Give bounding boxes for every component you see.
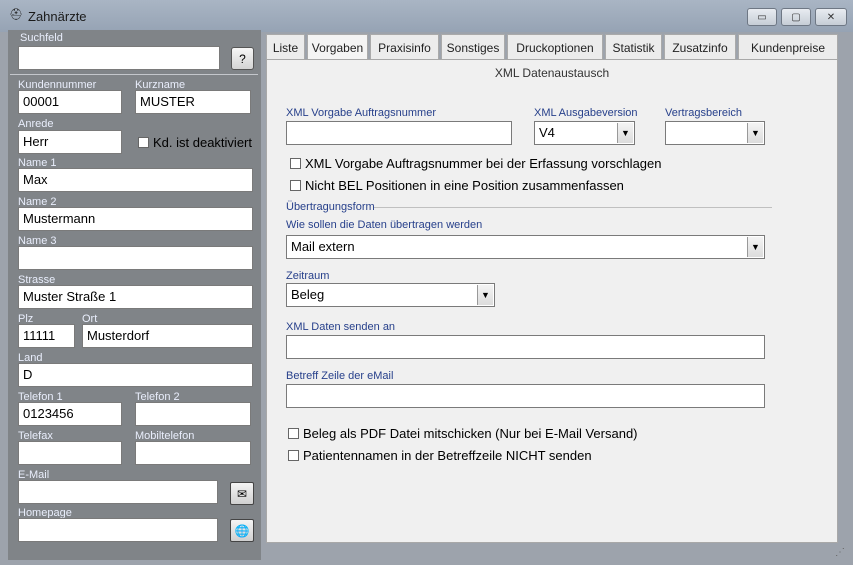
- plz-field[interactable]: 11111: [18, 324, 75, 348]
- email-field[interactable]: [18, 480, 218, 504]
- uebertragen-select[interactable]: Mail extern ▼: [286, 235, 765, 259]
- kurzname-field[interactable]: MUSTER: [135, 90, 251, 114]
- anrede-field[interactable]: Herr: [18, 130, 122, 154]
- vertragsbereich-select[interactable]: ▼: [665, 121, 765, 145]
- uebertragen-value: Mail extern: [291, 239, 355, 254]
- vorschlagen-checkbox[interactable]: [290, 158, 301, 169]
- window-title: Zahnärzte: [28, 9, 87, 24]
- vertragsbereich-label: Vertragsbereich: [665, 107, 743, 119]
- minimize-icon: ▭: [757, 11, 767, 23]
- tab-label: Praxisinfo: [378, 40, 431, 55]
- chevron-down-icon[interactable]: ▼: [617, 123, 633, 143]
- zeitraum-value: Beleg: [291, 287, 325, 302]
- zeitraum-select[interactable]: Beleg ▼: [286, 283, 495, 307]
- help-button-label: ?: [239, 51, 246, 66]
- patient-checkbox[interactable]: [288, 450, 299, 461]
- zeitraum-label: Zeitraum: [286, 270, 330, 282]
- tab-label: Statistik: [612, 40, 655, 55]
- chevron-down-icon[interactable]: ▼: [747, 237, 763, 257]
- pdf-checkbox[interactable]: [288, 428, 299, 439]
- chevron-down-icon[interactable]: ▼: [477, 285, 493, 305]
- envelope-icon: ✉: [236, 486, 248, 501]
- betreff-field[interactable]: [286, 384, 765, 408]
- pdf-label: Beleg als PDF Datei mitschicken (Nur bei…: [303, 426, 638, 441]
- tab-label: Liste: [272, 40, 299, 55]
- suchfeld-label: Suchfeld: [20, 32, 63, 44]
- help-button[interactable]: ?: [231, 47, 254, 70]
- deaktiviert-checkbox[interactable]: [138, 137, 149, 148]
- telefax-field[interactable]: [18, 441, 122, 465]
- chevron-down-icon[interactable]: ▼: [747, 123, 763, 143]
- tab-sonstiges[interactable]: Sonstiges: [441, 34, 505, 60]
- close-icon: ✕: [826, 11, 836, 23]
- auftragsnummer-field[interactable]: [286, 121, 512, 145]
- ausgabeversion-label: XML Ausgabeversion: [534, 107, 638, 119]
- tab-zusatzinfo[interactable]: Zusatzinfo: [664, 34, 736, 60]
- minimize-button[interactable]: ▭: [747, 8, 777, 26]
- ausgabeversion-value: V4: [539, 125, 555, 140]
- title-bar: ⛑ Zahnärzte ▭ ▢ ✕: [0, 0, 853, 32]
- app-icon: ⛑: [9, 9, 23, 21]
- tab-druckoptionen[interactable]: Druckoptionen: [507, 34, 603, 60]
- tab-label: Sonstiges: [446, 40, 500, 55]
- bel-checkbox[interactable]: [290, 180, 301, 191]
- deaktiviert-label: Kd. ist deaktiviert: [153, 135, 252, 150]
- senden-label: XML Daten senden an: [286, 321, 396, 333]
- section-title: XML Datenaustausch: [494, 66, 610, 80]
- name3-field[interactable]: [18, 246, 253, 270]
- telefon1-field[interactable]: 0123456: [18, 402, 122, 426]
- tab-vorgaben[interactable]: Vorgaben: [307, 34, 368, 61]
- ausgabeversion-select[interactable]: V4 ▼: [534, 121, 635, 145]
- tab-praxisinfo[interactable]: Praxisinfo: [370, 34, 439, 60]
- patient-label: Patientennamen in der Betreffzeile NICHT…: [303, 448, 592, 463]
- group-divider: [374, 207, 772, 208]
- mobil-field[interactable]: [135, 441, 251, 465]
- maximize-icon: ▢: [791, 11, 801, 23]
- kundennummer-field[interactable]: 00001: [18, 90, 122, 114]
- telefon2-field[interactable]: [135, 402, 251, 426]
- tab-label: Vorgaben: [311, 41, 364, 55]
- land-field[interactable]: D: [18, 363, 253, 387]
- tab-label: Zusatzinfo: [672, 40, 728, 55]
- divider: [10, 74, 258, 75]
- vorgaben-panel: XML Datenaustausch XML Vorgabe Auftragsn…: [266, 59, 838, 543]
- tab-label: Druckoptionen: [516, 40, 594, 55]
- betreff-label: Betreff Zeile der eMail: [286, 370, 394, 382]
- homepage-field[interactable]: [18, 518, 218, 542]
- tab-label: Kundenpreise: [750, 40, 826, 55]
- send-email-button[interactable]: ✉: [230, 482, 254, 505]
- vorschlagen-label: XML Vorgabe Auftragsnummer bei der Erfas…: [305, 156, 662, 171]
- close-button[interactable]: ✕: [815, 8, 847, 26]
- tab-liste[interactable]: Liste: [266, 34, 305, 60]
- strasse-field[interactable]: Muster Straße 1: [18, 285, 253, 309]
- uebertragen-label: Wie sollen die Daten übertragen werden: [286, 219, 483, 231]
- tab-kundenpreise[interactable]: Kundenpreise: [738, 34, 838, 60]
- anrede-label: Anrede: [18, 118, 54, 130]
- globe-icon: 🌐: [234, 523, 250, 538]
- name2-field[interactable]: Mustermann: [18, 207, 253, 231]
- auftragsnummer-label: XML Vorgabe Auftragsnummer: [286, 107, 437, 119]
- maximize-button[interactable]: ▢: [781, 8, 811, 26]
- tab-statistik[interactable]: Statistik: [605, 34, 662, 60]
- bel-label: Nicht BEL Positionen in eine Position zu…: [305, 178, 624, 193]
- ort-field[interactable]: Musterdorf: [82, 324, 253, 348]
- senden-field[interactable]: [286, 335, 765, 359]
- open-homepage-button[interactable]: 🌐: [230, 519, 254, 542]
- resize-grip-icon[interactable]: ⋰: [835, 547, 847, 559]
- uebertragungsform-label: Übertragungsform: [286, 201, 375, 213]
- search-input[interactable]: [18, 46, 220, 70]
- name1-field[interactable]: Max: [18, 168, 253, 192]
